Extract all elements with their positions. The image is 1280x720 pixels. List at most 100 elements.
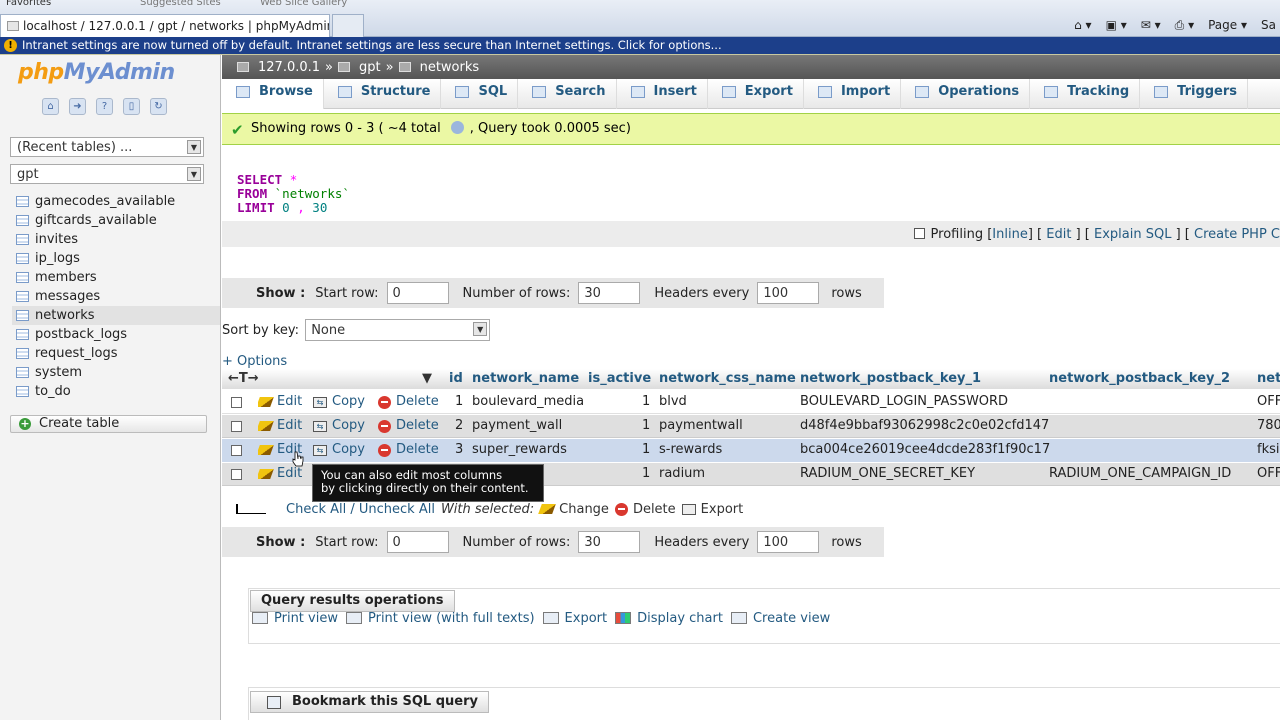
- row-checkbox[interactable]: [231, 397, 242, 408]
- copy-link[interactable]: ⇆ Copy: [313, 415, 365, 437]
- tab-import[interactable]: Import: [804, 79, 902, 109]
- logout-icon[interactable]: ➜: [69, 98, 86, 115]
- sidebar-item-invites[interactable]: invites: [12, 230, 220, 249]
- column-header-postback-key-2[interactable]: network_postback_key_2: [1049, 369, 1230, 389]
- database-select[interactable]: gpt ▼: [10, 164, 204, 184]
- cell-css-name[interactable]: paymentwall: [659, 415, 743, 437]
- sql-code[interactable]: SELECT * FROM `networks` LIMIT 0 , 30: [237, 173, 350, 215]
- sidebar-item-gamecodes-available[interactable]: gamecodes_available: [12, 192, 220, 211]
- edit-query-link[interactable]: Edit: [1046, 227, 1071, 242]
- export-link[interactable]: Export: [542, 611, 607, 626]
- column-header-is-active[interactable]: is_active: [588, 369, 651, 389]
- export-selected-button[interactable]: Export: [681, 502, 743, 517]
- explain-sql-link[interactable]: Explain SQL: [1094, 227, 1171, 242]
- cell-id[interactable]: 3: [455, 439, 463, 461]
- cell-network-name[interactable]: payment_wall: [472, 415, 562, 437]
- create-php-link[interactable]: Create PHP C: [1194, 227, 1280, 242]
- help-icon[interactable]: [450, 121, 464, 134]
- favorites-link[interactable]: Favorites: [6, 0, 51, 8]
- breadcrumb-table[interactable]: networks: [420, 60, 480, 75]
- recent-tables-select[interactable]: (Recent tables) ... ▼: [10, 137, 204, 157]
- cell-id[interactable]: 1: [455, 391, 463, 413]
- cell-is-active[interactable]: 1: [642, 391, 650, 413]
- browser-tab[interactable]: localhost / 127.0.0.1 / gpt / networks |…: [0, 14, 330, 37]
- cell-net[interactable]: fksi: [1257, 439, 1280, 461]
- cell-postback-key-1[interactable]: RADIUM_ONE_SECRET_KEY: [800, 463, 975, 485]
- suggested-sites-link[interactable]: Suggested Sites: [140, 0, 221, 8]
- cell-css-name[interactable]: radium: [659, 463, 705, 485]
- create-view-link[interactable]: Create view: [730, 611, 830, 626]
- column-header-postback-key-1[interactable]: network_postback_key_1: [800, 369, 981, 389]
- delete-link[interactable]: Delete: [378, 439, 439, 461]
- sidebar-item-request-logs[interactable]: request_logs: [12, 344, 220, 363]
- create-table-button[interactable]: + Create table: [10, 415, 207, 433]
- delete-link[interactable]: Delete: [378, 391, 439, 413]
- change-selected-button[interactable]: Change: [538, 502, 609, 517]
- print-icon[interactable]: ⎙ ▾: [1175, 18, 1194, 33]
- tab-structure[interactable]: Structure: [324, 79, 442, 109]
- home-icon[interactable]: ⌂: [42, 98, 59, 115]
- number-of-rows-input[interactable]: 30: [578, 531, 641, 553]
- row-checkbox[interactable]: [231, 469, 242, 480]
- display-chart-link[interactable]: Display chart: [615, 611, 723, 626]
- cell-css-name[interactable]: blvd: [659, 391, 687, 413]
- sidebar-item-messages[interactable]: messages: [12, 287, 220, 306]
- cell-net[interactable]: OFF: [1257, 463, 1280, 485]
- inline-link[interactable]: Inline: [992, 227, 1028, 242]
- cell-is-active[interactable]: 1: [642, 415, 650, 437]
- cell-is-active[interactable]: 1: [642, 439, 650, 461]
- cell-postback-key-2[interactable]: RADIUM_ONE_CAMPAIGN_ID: [1049, 463, 1231, 485]
- column-header-id[interactable]: id: [449, 369, 463, 389]
- cell-postback-key-1[interactable]: bca004ce26019cee4dcde283f1f90c17: [800, 439, 1050, 461]
- edit-link[interactable]: Edit: [258, 415, 302, 437]
- breadcrumb-server[interactable]: 127.0.0.1: [258, 60, 320, 75]
- safety-menu[interactable]: Sa: [1261, 18, 1276, 32]
- check-all-link[interactable]: Check All / Uncheck All: [286, 502, 435, 517]
- tab-search[interactable]: Search: [518, 79, 617, 109]
- row-checkbox[interactable]: [231, 445, 242, 456]
- sidebar-item-networks[interactable]: networks: [12, 306, 220, 325]
- cell-network-name[interactable]: boulevard_media: [472, 391, 584, 413]
- number-of-rows-input[interactable]: 30: [578, 282, 641, 304]
- cell-is-active[interactable]: 1: [642, 463, 650, 485]
- tab-operations[interactable]: Operations: [901, 79, 1031, 109]
- tab-sql[interactable]: SQL: [441, 79, 519, 109]
- copy-link[interactable]: ⇆ Copy: [313, 391, 365, 413]
- start-row-input[interactable]: 0: [386, 282, 449, 304]
- copy-link[interactable]: ⇆ Copy: [313, 439, 365, 461]
- cell-css-name[interactable]: s-rewards: [659, 439, 722, 461]
- options-link[interactable]: + Options: [222, 354, 287, 369]
- new-tab-button[interactable]: [332, 14, 364, 37]
- page-menu[interactable]: Page ▾: [1208, 18, 1247, 32]
- tab-browse[interactable]: Browse: [222, 79, 324, 109]
- headers-every-input[interactable]: 100: [757, 282, 820, 304]
- delete-link[interactable]: Delete: [378, 415, 439, 437]
- breadcrumb-db[interactable]: gpt: [359, 60, 381, 75]
- cell-net[interactable]: 780: [1257, 415, 1280, 437]
- print-view-full-link[interactable]: Print view (with full texts): [345, 611, 535, 626]
- cell-postback-key-1[interactable]: d48f4e9bbaf93062998c2c0e02cfd147: [800, 415, 1049, 437]
- tab-insert[interactable]: Insert: [617, 79, 708, 109]
- sort-arrow-icon[interactable]: ▼: [422, 369, 432, 389]
- tab-triggers[interactable]: Triggers: [1140, 79, 1249, 109]
- row-checkbox[interactable]: [231, 421, 242, 432]
- cell-id[interactable]: 2: [455, 415, 463, 437]
- web-slice-gallery-link[interactable]: Web Slice Gallery: [260, 0, 347, 8]
- profiling-checkbox[interactable]: [913, 228, 925, 239]
- delete-selected-button[interactable]: Delete: [614, 502, 676, 517]
- sidebar-item-system[interactable]: system: [12, 363, 220, 382]
- column-header-network-name[interactable]: network_name: [472, 369, 579, 389]
- phpmyadmin-logo[interactable]: phpMyAdmin: [18, 60, 175, 85]
- sidebar-item-giftcards-available[interactable]: giftcards_available: [12, 211, 220, 230]
- mail-icon[interactable]: ✉ ▾: [1141, 18, 1161, 32]
- docs-icon[interactable]: ▯: [123, 98, 140, 115]
- sidebar-item-members[interactable]: members: [12, 268, 220, 287]
- help-icon[interactable]: ?: [96, 98, 113, 115]
- start-row-input[interactable]: 0: [386, 531, 449, 553]
- info-bar[interactable]: ! Intranet settings are now turned off b…: [0, 37, 1280, 55]
- feeds-icon[interactable]: ▣ ▾: [1106, 18, 1127, 32]
- edit-link[interactable]: Edit: [258, 391, 302, 413]
- sidebar-item-to-do[interactable]: to_do: [12, 382, 220, 401]
- cell-network-name[interactable]: super_rewards: [472, 439, 567, 461]
- sidebar-item-postback-logs[interactable]: postback_logs: [12, 325, 220, 344]
